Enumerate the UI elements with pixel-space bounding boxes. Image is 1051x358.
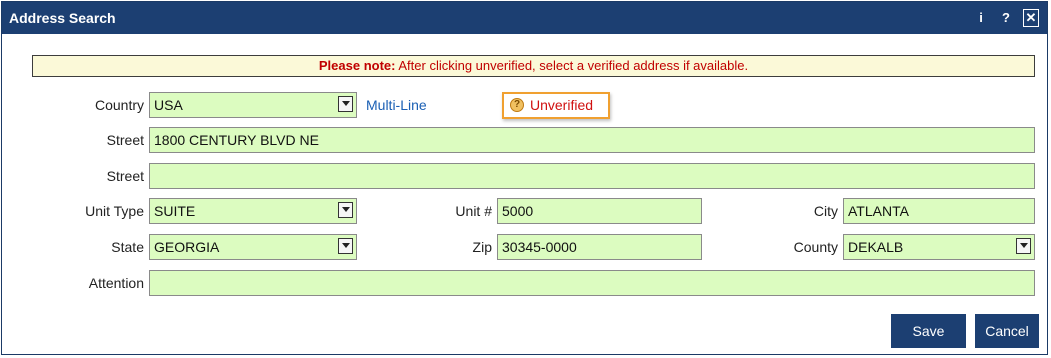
- note-bold-text: Please note:: [318, 58, 396, 73]
- note-text: After clicking unverified, select a veri…: [395, 58, 749, 73]
- question-icon: ?: [510, 98, 524, 112]
- street1-label: Street: [106, 132, 144, 148]
- chevron-down-icon[interactable]: [338, 238, 353, 254]
- county-label: County: [793, 239, 838, 255]
- dialog-title: Address Search: [9, 10, 116, 26]
- attention-input[interactable]: [149, 270, 1035, 296]
- city-input[interactable]: ATLANTA: [843, 198, 1035, 224]
- unit-type-label: Unit Type: [85, 203, 144, 219]
- title-bar: Address Search i ? ✕: [2, 2, 1047, 34]
- country-label: Country: [94, 97, 144, 113]
- address-search-dialog: Address Search i ? ✕ Please note: After …: [1, 1, 1048, 355]
- county-value: DEKALB: [848, 239, 904, 255]
- chevron-down-icon[interactable]: [338, 202, 353, 218]
- zip-input[interactable]: 30345-0000: [497, 234, 702, 260]
- state-value: GEORGIA: [154, 239, 220, 255]
- street2-label: Street: [106, 168, 144, 184]
- country-select[interactable]: USA: [149, 92, 357, 118]
- attention-label: Attention: [88, 275, 144, 291]
- unit-type-value: SUITE: [154, 203, 196, 219]
- unit-number-label: Unit #: [455, 203, 492, 219]
- multi-line-link[interactable]: Multi-Line: [366, 92, 427, 118]
- state-label: State: [111, 239, 144, 255]
- cancel-button[interactable]: Cancel: [975, 314, 1039, 348]
- unit-number-input[interactable]: 5000: [497, 198, 702, 224]
- save-button[interactable]: Save: [891, 314, 966, 348]
- close-icon[interactable]: ✕: [1023, 9, 1039, 27]
- info-icon[interactable]: i: [973, 9, 989, 27]
- city-label: City: [813, 203, 838, 219]
- country-value: USA: [154, 97, 183, 113]
- zip-label: Zip: [472, 239, 492, 255]
- help-icon[interactable]: ?: [1000, 9, 1012, 27]
- state-select[interactable]: GEORGIA: [149, 234, 357, 260]
- street1-input[interactable]: 1800 CENTURY BLVD NE: [149, 127, 1035, 153]
- county-select[interactable]: DEKALB: [843, 234, 1035, 260]
- unverified-button[interactable]: ? Unverified: [502, 92, 610, 119]
- street2-input[interactable]: [149, 163, 1035, 189]
- unit-type-select[interactable]: SUITE: [149, 198, 357, 224]
- note-banner: Please note: After clicking unverified, …: [32, 55, 1035, 77]
- chevron-down-icon[interactable]: [338, 96, 353, 112]
- chevron-down-icon[interactable]: [1016, 238, 1031, 254]
- unverified-label: Unverified: [530, 97, 594, 113]
